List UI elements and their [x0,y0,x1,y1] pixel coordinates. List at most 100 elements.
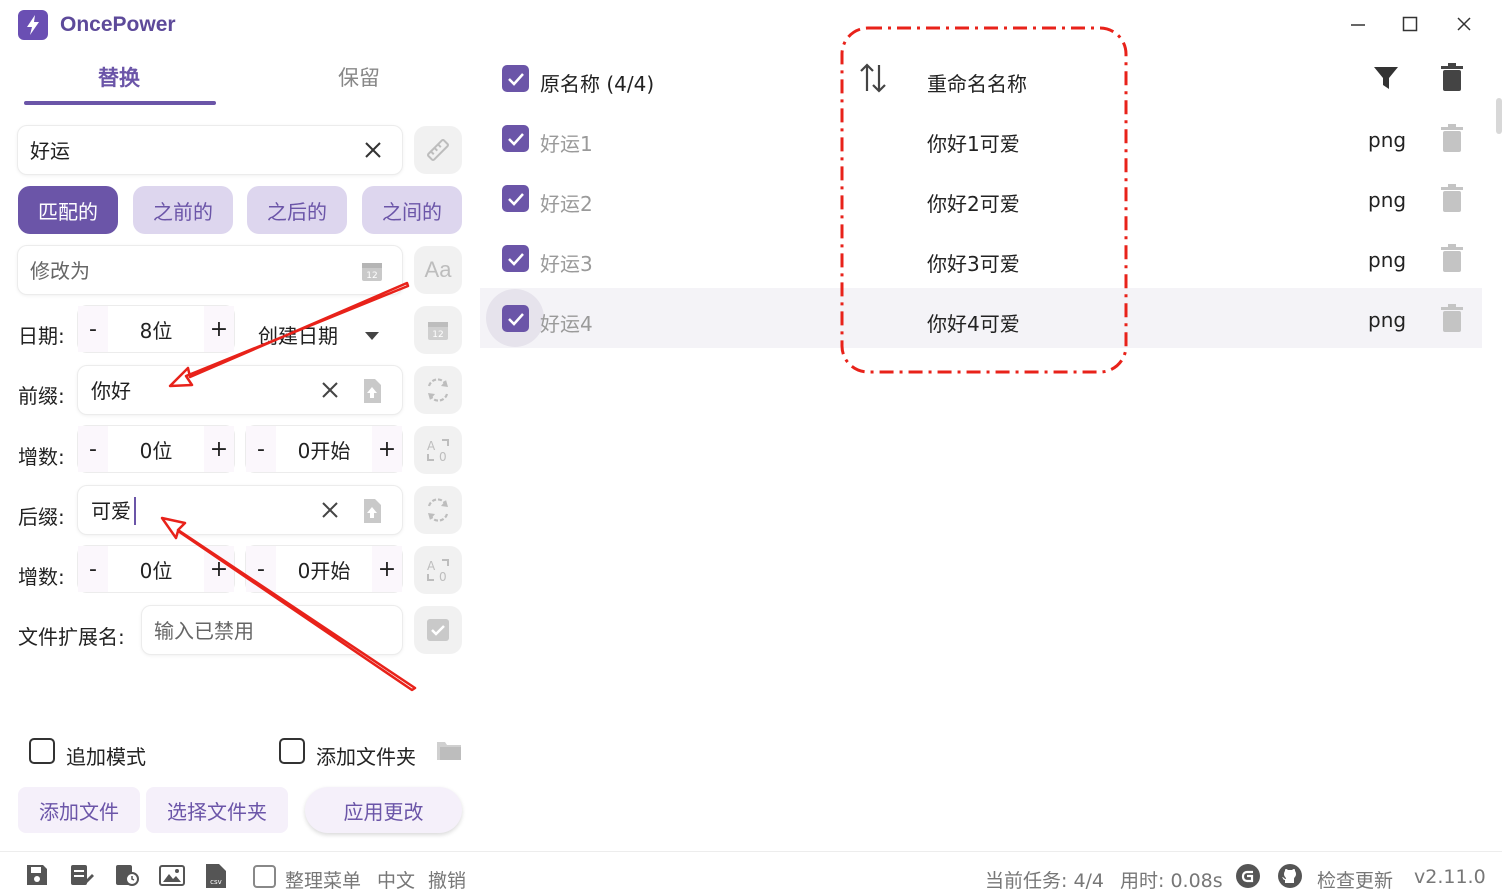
row-2-extension: png [1368,188,1407,212]
date-increment-button[interactable]: + [204,306,234,352]
row-3-delete-icon[interactable] [1441,244,1463,276]
date-digits-stepper[interactable]: - 8位 + [77,305,235,353]
row-2-checkbox[interactable] [502,185,529,212]
suffix-input[interactable]: 可爱 [91,501,131,521]
svg-text:12: 12 [366,271,377,281]
check-update-link[interactable]: 检查更新 [1317,866,1393,889]
csv-icon[interactable]: csv [205,863,231,889]
prefix-input[interactable]: 你好 [91,381,131,401]
prefix-digits-value[interactable]: 0位 [108,435,204,464]
github-icon[interactable] [1277,863,1303,889]
swap-sort-icon[interactable] [858,62,888,98]
save-icon[interactable] [25,863,51,889]
suffix-digits-increment-button[interactable]: + [204,546,234,592]
row-3-original: 好运3 [540,252,593,276]
extension-field[interactable]: 输入已禁用 [141,605,403,655]
minimize-button[interactable] [1338,8,1378,40]
language-toggle[interactable]: 中文 [377,866,415,889]
search-input[interactable]: 好运 [30,141,70,161]
select-all-checkbox[interactable] [502,65,529,92]
clear-suffix-icon[interactable] [321,501,339,523]
ruler-button[interactable] [414,126,462,174]
import-file-icon[interactable] [362,498,382,528]
organize-menu-label: 整理菜单 [285,870,362,889]
prefix-sort-button[interactable]: A0 [414,426,462,474]
renamed-name-header: 重命名名称 [927,72,1027,96]
close-window-button[interactable] [1444,8,1484,40]
apply-changes-button[interactable]: 应用更改 [305,787,462,833]
select-folder-button[interactable]: 选择文件夹 [146,787,288,833]
import-file-icon[interactable] [362,378,382,408]
delete-all-icon[interactable] [1441,63,1463,95]
suffix-field[interactable]: 可爱 [77,485,403,535]
date-type-select[interactable]: 创建日期 [258,320,338,349]
suffix-digits-stepper[interactable]: - 0位 + [77,545,235,593]
mode-after-button[interactable]: 之后的 [247,186,347,234]
suffix-sort-button[interactable]: A0 [414,546,462,594]
original-name-header[interactable]: 原名称 (4/4) [540,68,654,97]
text-number-icon: A0 [427,559,449,584]
replace-field[interactable]: 修改为 12 [17,245,403,295]
row-3-checkbox[interactable] [502,245,529,272]
suffix-start-decrement-button[interactable]: - [246,546,276,592]
add-file-button[interactable]: 添加文件 [18,787,140,833]
date-digits-value[interactable]: 8位 [108,315,204,344]
mode-matched-button[interactable]: 匹配的 [18,186,118,234]
suffix-digits-decrement-button[interactable]: - [78,546,108,592]
replace-input[interactable]: 修改为 [30,261,90,281]
swap-prefix-button[interactable] [414,366,462,414]
prefix-start-stepper[interactable]: - 0开始 + [245,425,403,473]
svg-text:0: 0 [439,570,447,584]
tab-replace[interactable]: 替换 [98,62,140,92]
mode-before-button[interactable]: 之前的 [133,186,233,234]
undo-button[interactable]: 撤销 [428,866,466,889]
calendar-icon[interactable]: 12 [360,259,384,287]
chevron-down-icon[interactable] [364,326,380,345]
row-4-renamed: 你好4可爱 [927,312,1020,336]
prefix-start-increment-button[interactable]: + [372,426,402,472]
search-field[interactable]: 好运 [17,125,403,175]
case-button[interactable]: Aa [414,246,462,294]
mode-between-button[interactable]: 之间的 [362,186,462,234]
organize-menu-checkbox[interactable] [253,865,276,888]
row-1-checkbox[interactable] [502,125,529,152]
clear-prefix-icon[interactable] [321,381,339,403]
prefix-field[interactable]: 你好 [77,365,403,415]
row-2-delete-icon[interactable] [1441,184,1463,216]
filter-icon[interactable] [1373,66,1399,94]
row-4-checkbox[interactable] [502,305,529,332]
prefix-digits-decrement-button[interactable]: - [78,426,108,472]
clear-search-icon[interactable] [364,141,382,163]
svg-text:0: 0 [439,450,447,464]
prefix-start-value[interactable]: 0开始 [276,435,372,464]
date-decrement-button[interactable]: - [78,306,108,352]
version-label: v2.11.0 [1414,866,1486,888]
extension-input[interactable]: 输入已禁用 [154,621,254,641]
row-3-renamed: 你好3可爱 [927,252,1020,276]
gitee-icon[interactable] [1235,863,1261,889]
swap-suffix-button[interactable] [414,486,462,534]
tab-keep[interactable]: 保留 [338,62,380,92]
suffix-digits-value[interactable]: 0位 [108,555,204,584]
row-1-renamed: 你好1可爱 [927,132,1020,156]
row-1-delete-icon[interactable] [1441,124,1463,156]
window-scrollbar[interactable] [1496,98,1502,134]
date-label: 日期: [18,324,65,348]
suffix-start-increment-button[interactable]: + [372,546,402,592]
prefix-digits-increment-button[interactable]: + [204,426,234,472]
image-icon[interactable] [159,863,185,889]
insert-date-button[interactable]: 12 [414,306,462,354]
add-folder-label: 添加文件夹 [316,745,416,769]
prefix-increment-label: 增数: [18,445,65,469]
history-icon[interactable] [114,863,140,889]
row-4-delete-icon[interactable] [1441,304,1463,336]
edit-list-icon[interactable] [69,863,95,889]
extension-toggle-button[interactable] [414,606,462,654]
suffix-start-stepper[interactable]: - 0开始 + [245,545,403,593]
prefix-digits-stepper[interactable]: - 0位 + [77,425,235,473]
prefix-start-decrement-button[interactable]: - [246,426,276,472]
add-folder-checkbox[interactable] [279,738,305,764]
maximize-button[interactable] [1390,8,1430,40]
suffix-start-value[interactable]: 0开始 [276,555,372,584]
append-mode-checkbox[interactable] [29,738,55,764]
